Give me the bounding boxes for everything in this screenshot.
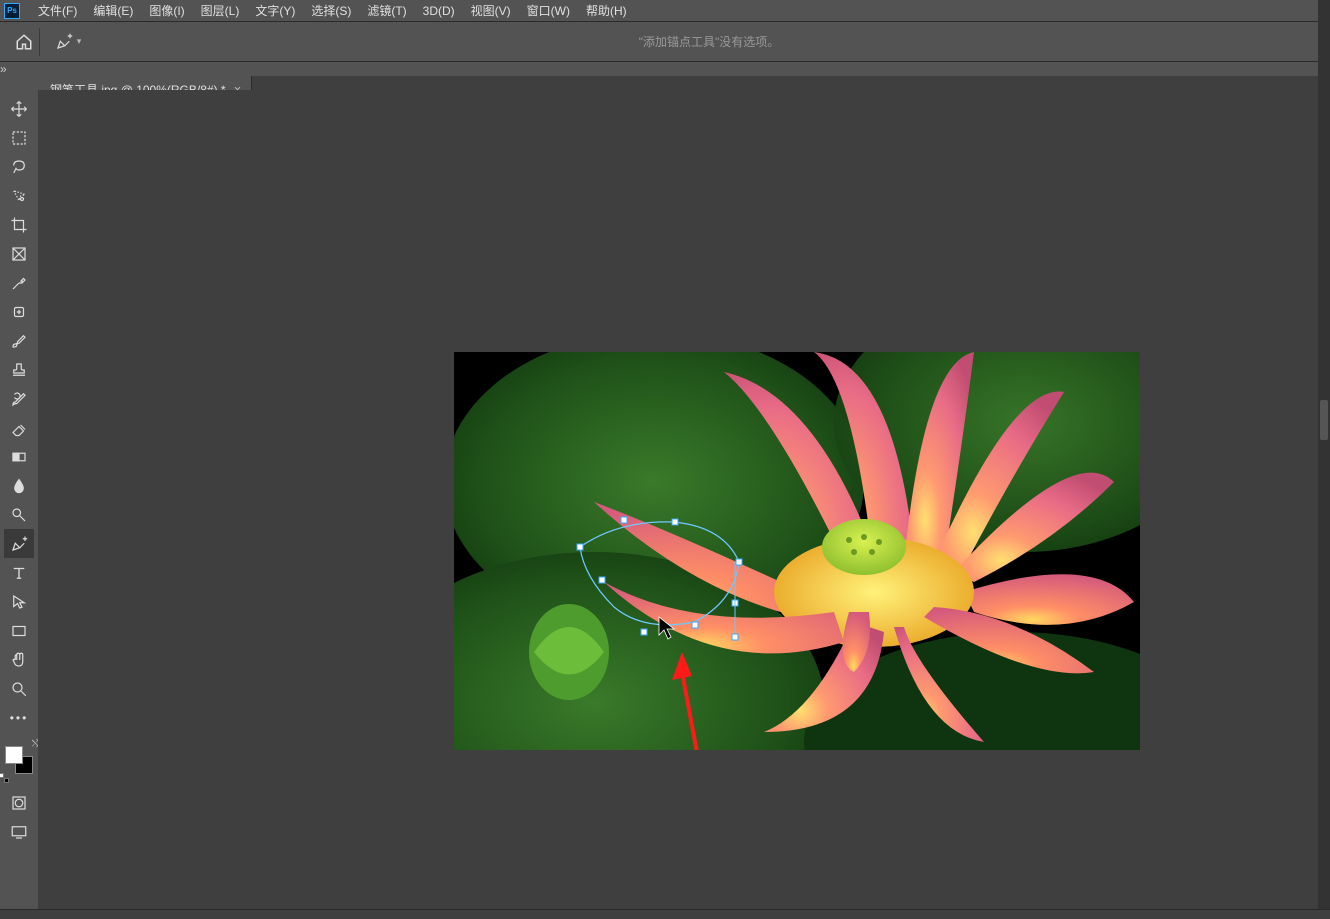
blur-tool[interactable] [4, 471, 34, 500]
menu-3d[interactable]: 3D(D) [415, 1, 463, 21]
stamp-tool[interactable] [4, 355, 34, 384]
options-message: "添加锚点工具"没有选项。 [88, 33, 1330, 50]
path-select-tool[interactable] [4, 587, 34, 616]
eyedropper-tool[interactable] [4, 268, 34, 297]
quick-mask-mode[interactable] [4, 788, 34, 817]
chevron-down-icon: ▾ [77, 36, 82, 47]
eraser-tool[interactable] [4, 413, 34, 442]
ellipsis-icon: ••• [10, 711, 29, 725]
menu-filter[interactable]: 滤镜(T) [359, 0, 414, 22]
lasso-tool[interactable] [4, 152, 34, 181]
pen-tool[interactable] [4, 529, 34, 558]
menu-type[interactable]: 文字(Y) [247, 0, 303, 22]
right-panel-edge[interactable] [1318, 0, 1330, 919]
panel-grip[interactable] [1320, 400, 1328, 440]
move-tool[interactable] [4, 94, 34, 123]
menu-select[interactable]: 选择(S) [303, 0, 359, 22]
menu-view[interactable]: 视图(V) [463, 0, 519, 22]
pen-add-icon [55, 33, 73, 51]
tool-preset-picker[interactable]: ▾ [48, 28, 88, 56]
menu-layer[interactable]: 图层(L) [193, 0, 248, 22]
healing-brush-tool[interactable] [4, 297, 34, 326]
frame-tool[interactable] [4, 239, 34, 268]
document-canvas[interactable] [454, 352, 1140, 750]
screen-mode[interactable] [4, 817, 34, 846]
home-icon [15, 33, 33, 51]
hand-tool[interactable] [4, 645, 34, 674]
dodge-tool[interactable] [4, 500, 34, 529]
more-tools[interactable]: ••• [4, 703, 34, 732]
zoom-tool[interactable] [4, 674, 34, 703]
rectangle-tool[interactable] [4, 616, 34, 645]
tool-bar: ••• ⤭ [0, 90, 38, 909]
app-icon: Ps [4, 3, 20, 19]
default-colors-icon[interactable] [0, 773, 7, 781]
options-bar: ▾ "添加锚点工具"没有选项。 [0, 22, 1330, 62]
type-tool[interactable] [4, 558, 34, 587]
color-swatches[interactable]: ⤭ [5, 746, 33, 774]
toolbar-collapse-grip[interactable]: » [0, 62, 1330, 76]
workspace: ••• ⤭ [0, 90, 1330, 909]
marquee-tool[interactable] [4, 123, 34, 152]
bottom-edge [0, 909, 1330, 919]
gradient-tool[interactable] [4, 442, 34, 471]
menu-image[interactable]: 图像(I) [141, 0, 192, 22]
lotus-image [454, 352, 1140, 750]
menu-edit[interactable]: 编辑(E) [85, 0, 141, 22]
crop-tool[interactable] [4, 210, 34, 239]
foreground-color[interactable] [5, 746, 23, 764]
brush-tool[interactable] [4, 326, 34, 355]
menu-file[interactable]: 文件(F) [30, 0, 85, 22]
history-brush-tool[interactable] [4, 384, 34, 413]
quick-select-tool[interactable] [4, 181, 34, 210]
menu-bar: Ps 文件(F) 编辑(E) 图像(I) 图层(L) 文字(Y) 选择(S) 滤… [0, 0, 1330, 22]
canvas-area[interactable] [38, 90, 1330, 909]
home-button[interactable] [8, 28, 40, 56]
menu-help[interactable]: 帮助(H) [578, 0, 635, 22]
menu-window[interactable]: 窗口(W) [519, 0, 578, 22]
